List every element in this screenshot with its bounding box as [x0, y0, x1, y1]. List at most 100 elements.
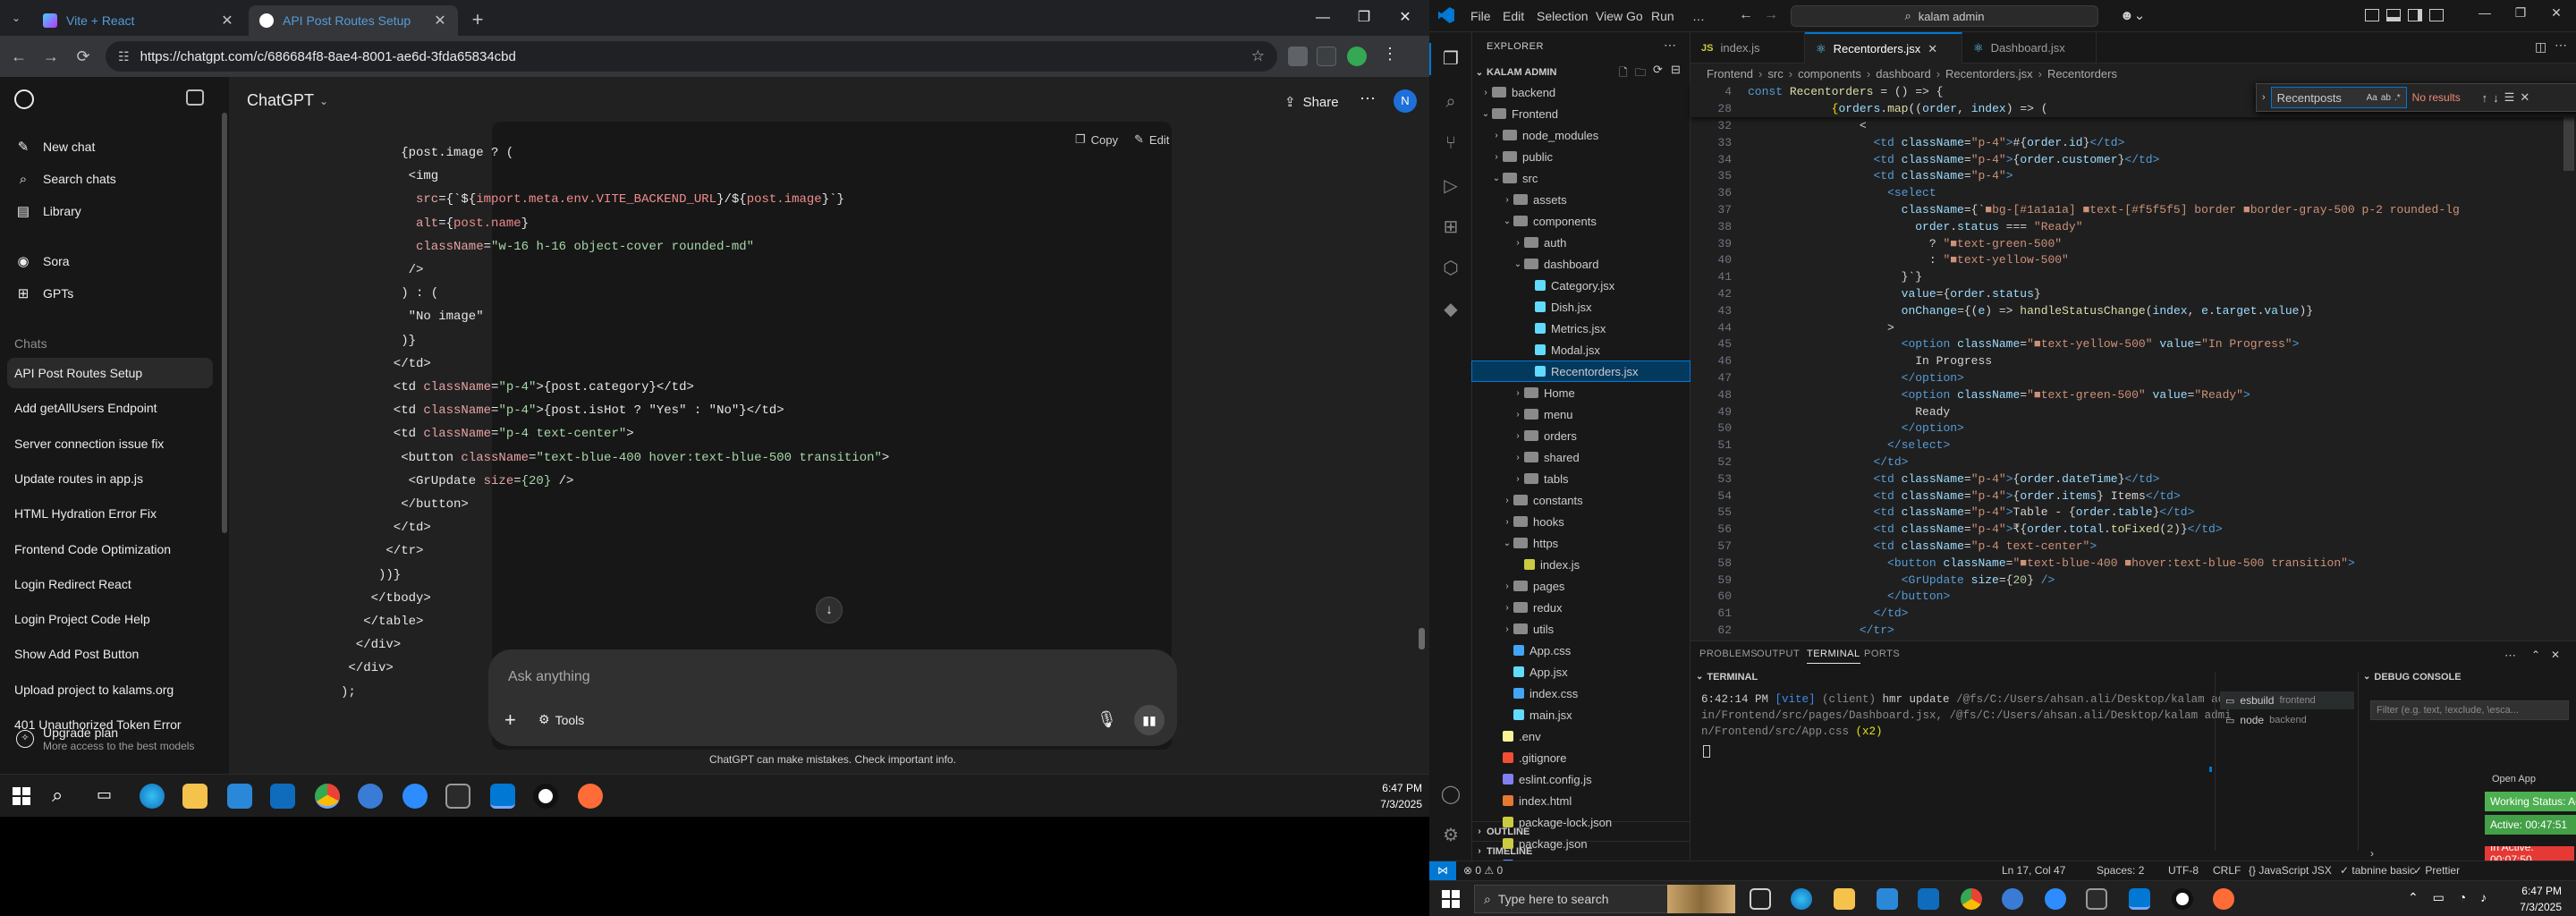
taskbar-clock[interactable]: 6:47 PM 7/3/2025	[2499, 883, 2562, 915]
back-icon[interactable]: ←	[5, 43, 32, 70]
source-control-icon[interactable]: ⑂	[1440, 132, 1462, 154]
folder-item[interactable]: › tabls	[1472, 469, 1690, 488]
minimize-icon[interactable]: —	[2467, 5, 2503, 20]
panel-more-icon[interactable]: ⋯	[2504, 649, 2516, 663]
split-editor-icon[interactable]: ◫	[2535, 39, 2546, 55]
file-item[interactable]: Metrics.jsx	[1472, 318, 1690, 338]
close-icon[interactable]: ✕	[2520, 90, 2529, 105]
menu-item[interactable]: Go	[1626, 9, 1643, 23]
file-item[interactable]: .gitignore	[1472, 748, 1690, 768]
file-item[interactable]: Dish.jsx	[1472, 297, 1690, 317]
status-item[interactable]: ✓ tabnine basic	[2340, 864, 2415, 877]
taskbar-clock[interactable]: 6:47 PM 7/3/2025	[1360, 780, 1422, 812]
terminal-output[interactable]: 6:42:14 PM [vite] (client) hmr update /@…	[1701, 691, 2232, 835]
sidebar-scrollbar[interactable]	[222, 113, 227, 533]
editor-scrollbar[interactable]	[2563, 117, 2574, 171]
folder-item[interactable]: › backend	[1472, 82, 1690, 102]
openai-logo-icon[interactable]	[14, 89, 34, 109]
close-tab-icon[interactable]: ✕	[433, 12, 447, 30]
file-item[interactable]: App.css	[1472, 640, 1690, 660]
chatgpt-app-icon[interactable]	[533, 784, 558, 809]
explorer-icon[interactable]: ❐	[1440, 48, 1462, 70]
terminal-icon[interactable]	[2086, 888, 2107, 910]
folder-item[interactable]: › auth	[1472, 233, 1690, 252]
chat-history-item[interactable]: Frontend Code Optimization	[7, 534, 213, 564]
close-tab-icon[interactable]: ✕	[220, 12, 234, 30]
browser-tab-chatgpt[interactable]: API Post Routes Setup ✕	[249, 5, 458, 36]
status-item[interactable]: Ln 17, Col 47	[2002, 864, 2065, 877]
menu-item[interactable]: …	[1692, 9, 1705, 23]
previous-match-icon[interactable]: ↑	[2482, 91, 2488, 105]
system-tray-icons[interactable]: ⌃ ▭ ◔ ♪	[2408, 890, 2492, 905]
minimize-icon[interactable]: —	[1302, 5, 1343, 30]
store-icon[interactable]	[1877, 888, 1898, 910]
maximize-icon[interactable]: ❐	[1343, 5, 1385, 30]
close-tab-icon[interactable]: ✕	[1928, 42, 1937, 56]
folder-item[interactable]: › assets	[1472, 190, 1690, 209]
library-button[interactable]: ▤ Library	[11, 197, 216, 225]
panel-tab[interactable]: PORTS	[1864, 649, 1900, 659]
file-explorer-icon[interactable]	[1834, 888, 1855, 910]
vscode-icon[interactable]	[490, 784, 515, 809]
file-item[interactable]: Recentorders.jsx	[1471, 360, 1690, 382]
browser-tab-vite[interactable]: Vite + React ✕	[32, 5, 245, 36]
copilot-icon[interactable]: ☻⌄	[2120, 7, 2145, 23]
breadcrumb-item[interactable]: dashboard	[1876, 67, 1930, 81]
folder-item[interactable]: › utils	[1472, 619, 1690, 639]
edit-code-button[interactable]: ✎ Edit	[1134, 132, 1169, 147]
main-scrollbar[interactable]	[1419, 628, 1425, 649]
model-selector[interactable]: ChatGPT ⌄	[247, 91, 328, 110]
folder-item[interactable]: › redux	[1472, 598, 1690, 617]
edge-icon[interactable]	[140, 784, 165, 809]
menu-item[interactable]: Selection	[1537, 9, 1589, 23]
file-item[interactable]: Category.jsx	[1472, 276, 1690, 295]
next-match-icon[interactable]: ↓	[2493, 91, 2499, 105]
file-explorer-icon[interactable]	[182, 784, 208, 809]
maximize-panel-icon[interactable]: ⌃	[2531, 649, 2540, 661]
gpts-button[interactable]: ⊞ GPTs	[11, 279, 216, 308]
user-avatar[interactable]: N	[1394, 89, 1417, 113]
folder-item[interactable]: › constants	[1472, 490, 1690, 510]
postman-icon[interactable]	[578, 784, 603, 809]
folder-item[interactable]: › hooks	[1472, 512, 1690, 531]
tabnine-icon[interactable]: ◆	[1440, 299, 1462, 320]
close-panel-icon[interactable]: ✕	[2551, 649, 2560, 661]
extension-icon[interactable]	[1288, 47, 1308, 66]
close-window-icon[interactable]: ✕	[2538, 5, 2574, 21]
new-folder-icon[interactable]: 🗀	[1635, 64, 1646, 83]
chat-history-item[interactable]: 401 Unauthorized Token Error	[7, 709, 213, 740]
copy-code-button[interactable]: ❐ Copy	[1075, 132, 1118, 147]
match-word-icon[interactable]: ab	[2381, 93, 2391, 103]
microphone-icon[interactable]: 🎙	[1097, 710, 1117, 729]
extensions-icon[interactable]: ⊞	[1440, 216, 1462, 238]
search-icon[interactable]: ⌕	[52, 784, 63, 807]
editor-tab-index-js[interactable]: JS index.js	[1690, 32, 1805, 64]
chat-history-item[interactable]: Login Redirect React	[7, 569, 213, 599]
remote-indicator[interactable]: ⋈	[1429, 861, 1456, 880]
folder-item[interactable]: › orders	[1472, 426, 1690, 445]
panel-tab[interactable]: PROBLEMS	[1699, 649, 1758, 659]
chat-composer[interactable]: Ask anything + ⚙ Tools 🎙 ▮▮	[488, 649, 1177, 746]
editor-more-icon[interactable]: ⋯	[2555, 38, 2567, 53]
status-item[interactable]: Spaces: 2	[2097, 864, 2144, 877]
chat-history-item[interactable]: API Post Routes Setup	[7, 358, 213, 388]
collapse-all-icon[interactable]: ⊟	[1671, 63, 1681, 77]
chat-input[interactable]: Ask anything	[508, 669, 590, 685]
edge-icon[interactable]	[1791, 888, 1812, 910]
file-item[interactable]: main.jsx	[1472, 705, 1690, 725]
menu-item[interactable]: Edit	[1503, 9, 1524, 23]
code-editor[interactable]: 32 <33 <td className="p-4">#{order.id}</…	[1690, 117, 2576, 640]
nav-back-icon[interactable]: ←	[1739, 7, 1753, 23]
mail-icon[interactable]	[1918, 888, 1939, 910]
breadcrumb-item[interactable]: src	[1767, 67, 1783, 81]
share-button[interactable]: ⇪ Share	[1284, 89, 1339, 114]
status-item[interactable]: UTF-8	[2168, 864, 2199, 877]
terminal-icon[interactable]	[445, 784, 470, 809]
vscode-icon[interactable]	[2129, 888, 2150, 910]
scroll-down-button[interactable]: ↓	[816, 597, 843, 623]
toggle-panel-icon[interactable]	[2386, 9, 2401, 21]
chatgpt-app-icon[interactable]	[2172, 888, 2193, 910]
regex-icon[interactable]: .*	[2394, 93, 2401, 103]
debug-filter-input[interactable]: Filter (e.g. text, !exclude, \esca...	[2370, 700, 2569, 720]
folder-item[interactable]: ⌄ Frontend	[1472, 104, 1690, 123]
